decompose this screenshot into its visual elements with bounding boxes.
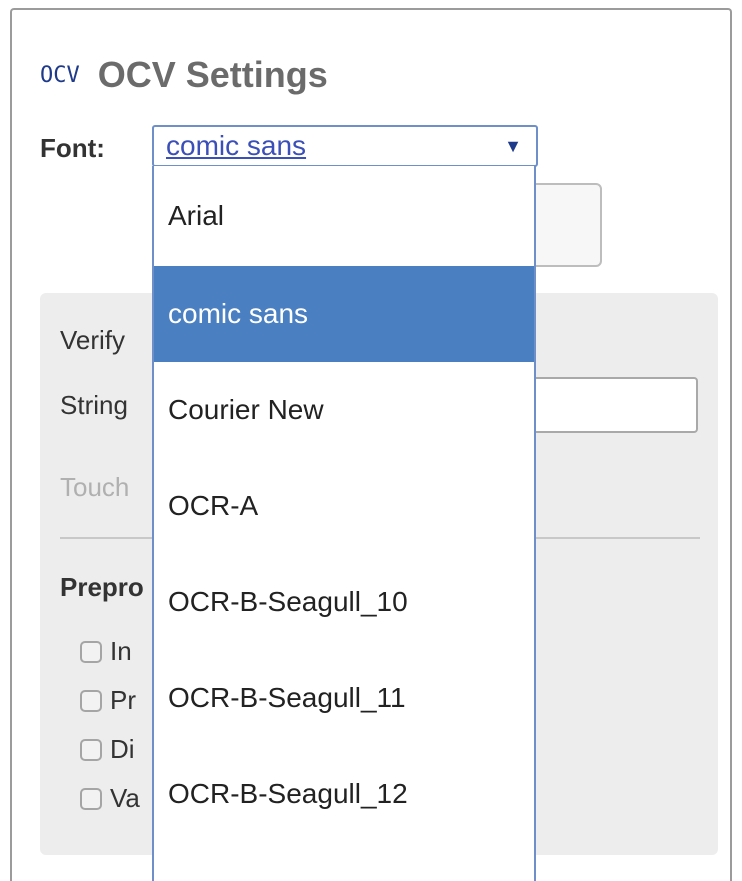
checkbox-label: Pr (110, 685, 136, 715)
dropdown-option-comic-sans[interactable]: comic sans (154, 266, 534, 362)
font-dropdown-list[interactable]: Arial comic sans Courier New OCR-A OCR-B… (152, 166, 536, 881)
checkbox-row-3[interactable]: Di (80, 734, 135, 765)
preprocess-label: Prepro (60, 572, 144, 602)
font-select-value: comic sans (166, 130, 307, 161)
checkbox-label: In (110, 636, 132, 666)
dropdown-option-ocr-b-seagull-11[interactable]: OCR-B-Seagull_11 (154, 650, 534, 746)
ocv-logo-icon: OCV (40, 62, 80, 88)
checkbox[interactable] (80, 738, 102, 761)
string-input[interactable] (520, 377, 698, 433)
chevron-down-icon[interactable]: ▼ (504, 136, 522, 157)
checkbox[interactable] (80, 689, 102, 712)
checkbox-row-1[interactable]: In (80, 636, 132, 667)
font-label: Font: (40, 133, 105, 163)
dropdown-option-ocr-a[interactable]: OCR-A (154, 458, 534, 554)
checkbox[interactable] (80, 787, 102, 810)
checkbox-row-4[interactable]: Va (80, 783, 140, 814)
string-label: String (60, 390, 128, 420)
checkbox-row-2[interactable]: Pr (80, 685, 136, 716)
checkbox[interactable] (80, 640, 102, 663)
panel-header: OCV OCV Settings (40, 50, 328, 100)
checkbox-label: Di (110, 734, 135, 764)
dropdown-option-ocr-b-seagull-12[interactable]: OCR-B-Seagull_12 (154, 746, 534, 842)
dropdown-option-arial[interactable]: Arial (154, 166, 534, 266)
checkbox-label: Va (110, 783, 140, 813)
font-select[interactable]: comic sans ▼ (152, 125, 538, 167)
dropdown-option-ocr-b-seagull-10[interactable]: OCR-B-Seagull_10 (154, 554, 534, 650)
verify-label: Verify (60, 325, 126, 355)
page-title: OCV Settings (97, 54, 328, 95)
touch-label: Touch (60, 472, 130, 502)
dropdown-option-courier-new[interactable]: Courier New (154, 362, 534, 458)
